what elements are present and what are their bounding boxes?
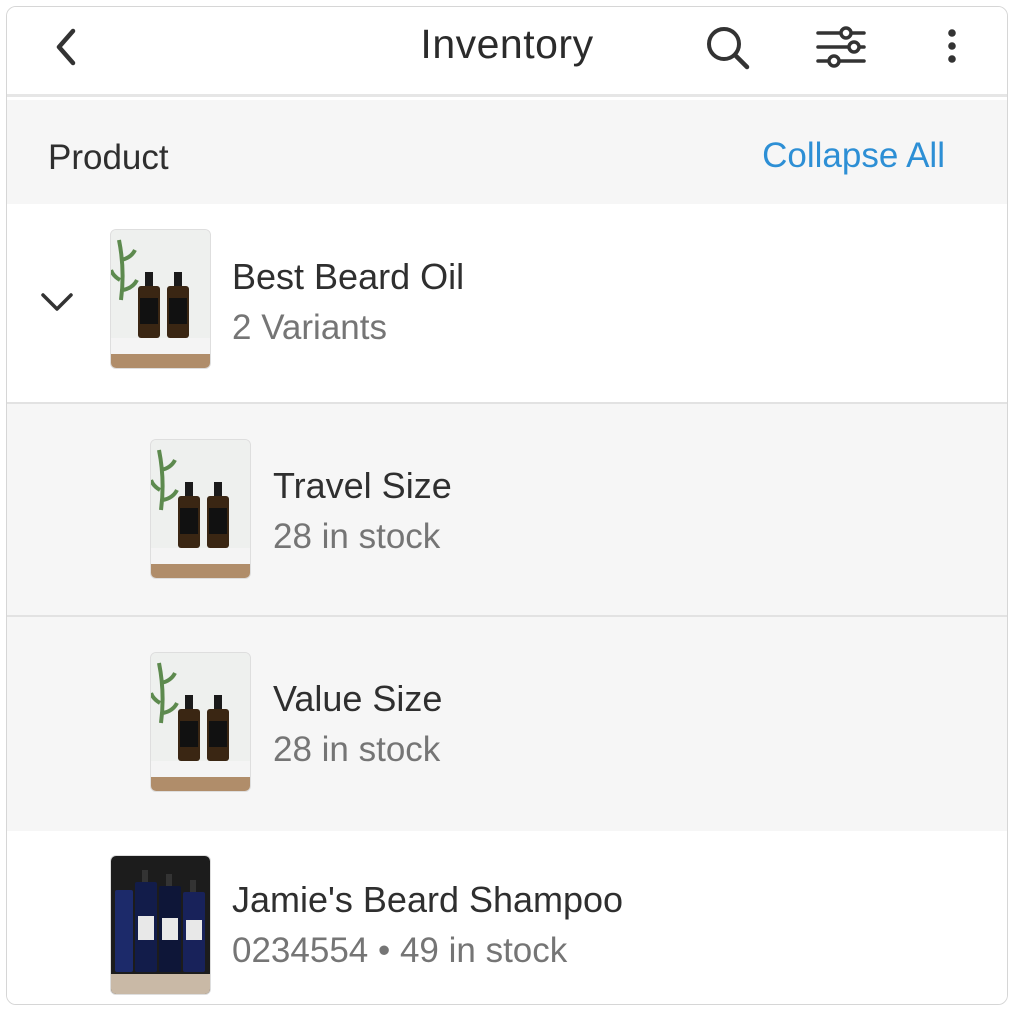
variant-stock: 28 in stock bbox=[273, 517, 441, 556]
product-row[interactable]: Best Beard Oil 2 Variants bbox=[7, 204, 1007, 404]
more-vertical-icon bbox=[948, 29, 956, 63]
variant-stock: 28 in stock bbox=[273, 730, 441, 769]
beard-oil-image bbox=[111, 230, 210, 368]
top-app-bar: Inventory bbox=[7, 7, 1007, 97]
product-sku-stock: 0234554 • 49 in stock bbox=[232, 931, 568, 970]
filter-sliders-icon bbox=[816, 26, 866, 68]
product-name: Best Beard Oil bbox=[232, 256, 465, 297]
product-name: Jamie's Beard Shampoo bbox=[232, 879, 624, 920]
variant-name: Value Size bbox=[273, 678, 443, 719]
product-row[interactable]: Jamie's Beard Shampoo 0234554 • 49 in st… bbox=[7, 831, 1007, 1004]
product-thumbnail bbox=[110, 229, 211, 369]
variant-row[interactable]: Travel Size 28 in stock bbox=[7, 404, 1007, 617]
search-button[interactable] bbox=[697, 17, 757, 77]
variant-name: Travel Size bbox=[273, 465, 452, 506]
filter-button[interactable] bbox=[810, 17, 870, 77]
beard-oil-image bbox=[151, 653, 250, 791]
beard-shampoo-image bbox=[111, 856, 210, 994]
list-header: Product Collapse All bbox=[7, 100, 1007, 204]
app-window: Inventory Product Collapse All Best Bear… bbox=[6, 6, 1008, 1005]
variant-thumbnail bbox=[150, 439, 251, 579]
collapse-all-button[interactable]: Collapse All bbox=[762, 136, 945, 176]
product-variant-count: 2 Variants bbox=[232, 308, 387, 347]
variant-row[interactable]: Value Size 28 in stock bbox=[7, 617, 1007, 831]
variant-thumbnail bbox=[150, 652, 251, 792]
beard-oil-image bbox=[151, 440, 250, 578]
more-options-button[interactable] bbox=[922, 17, 982, 77]
search-icon bbox=[707, 27, 750, 70]
chevron-down-icon[interactable] bbox=[37, 282, 77, 322]
product-thumbnail bbox=[110, 855, 211, 995]
product-column-label: Product bbox=[48, 138, 169, 177]
